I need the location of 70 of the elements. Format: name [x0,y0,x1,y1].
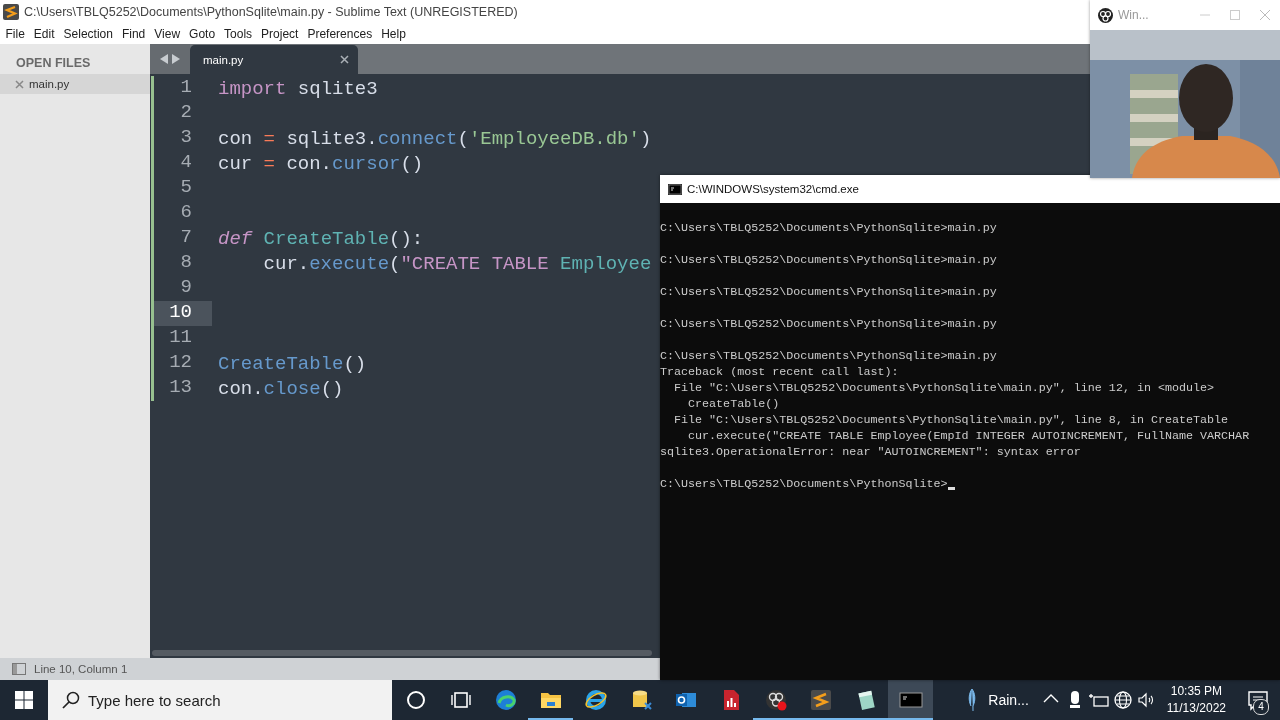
start-icon [15,691,33,709]
browser-icon [583,688,608,712]
menu-item[interactable]: Edit [29,27,60,41]
terminal-icon [668,183,682,195]
line-number: 5 [179,176,193,200]
console-line: cur.execute("CREATE TABLE Employee(EmpId INTEGER AUTOINCREMENT, FullName VARCHAR [687,428,1250,444]
menu-item[interactable]: Goto [184,27,220,41]
console-line: C:\Users\TBLQ5252\Documents\PythonSqlite>main.py [660,316,997,332]
console-line: C:\Users\TBLQ5252\Documents\PythonSqlite> [660,476,948,492]
console-line: C:\Users\TBLQ5252\Documents\PythonSqlite>main.py [660,252,997,268]
console-line: File "C:\Users\TBLQ5252\Documents\PythonSqlite\main.py", line 12, in <module> [673,380,1215,396]
taskbar-button[interactable] [888,680,933,720]
menu-item[interactable]: Selection [59,27,118,41]
notification-button[interactable]: 4 [1236,680,1280,720]
panel-icon[interactable] [12,663,26,675]
line-number: 12 [168,351,193,375]
code-line: cur.execute("CREATE TABLE Employee [262,252,652,275]
menu-item[interactable]: Preferences [302,27,377,41]
right-arrow-icon[interactable] [172,54,180,64]
clock[interactable]: 10:35 PM 11/13/2022 [1158,683,1236,717]
menu-item[interactable]: View [149,27,185,41]
code-line: con.close() [218,377,344,400]
menu-item[interactable]: File [1,27,30,41]
console-line: C:\Users\TBLQ5252\Documents\PythonSqlite>main.py [660,220,997,236]
notification-count: 4 [1253,699,1269,715]
window-title: Win... [1118,8,1150,22]
speech-bubble-icon [1247,689,1269,711]
menu-item[interactable]: Find [117,27,150,41]
line-number: 13 [168,376,193,400]
app-logo-icon [3,4,19,20]
code-line: con = sqlite3.connect('EmployeeDB.db') [218,127,652,150]
console-line: CreateTable() [687,396,780,412]
code-line: CreateTable() [218,352,367,375]
line-number: 10 [154,301,212,326]
line-number: 3 [179,126,193,150]
record-icon [763,688,788,712]
menu-item[interactable]: Project [256,27,303,41]
scrollbar-thumb[interactable] [152,650,652,656]
weather-button[interactable]: Rain... [952,680,1039,720]
console-line: C:\Users\TBLQ5252\Documents\PythonSqlite>main.py [660,284,997,300]
window-title: C:\Users\TBLQ5252\Documents\PythonSqlite\main.py - Sublime Text (UNREGISTERED) [24,5,518,19]
status-text: Line 10, Column 1 [34,663,128,675]
browser-icon [493,688,518,712]
code-line: cur = con.cursor() [218,152,424,175]
menu-item[interactable]: Help [376,27,411,41]
window-title: C:\WINDOWS\system32\cmd.exe [687,183,859,195]
code-line: def CreateTable(): [218,227,424,250]
line-number: 8 [179,251,193,275]
close-icon[interactable] [340,55,349,64]
line-number: 9 [179,276,193,300]
code-line: import sqlite3 [218,77,378,100]
console-line: File "C:\Users\TBLQ5252\Documents\PythonSqlite\main.py", line 8, in CreateTable [673,412,1229,428]
console-line: sqlite3.OperationalError: near "AUTOINCREMENT": syntax error [660,444,1081,460]
line-number: 1 [179,76,193,100]
sidebar-heading: OPEN FILES [15,55,92,72]
line-number: 2 [179,101,193,125]
line-number: 4 [179,151,193,175]
line-number: 11 [168,326,193,350]
record-icon [1098,7,1113,23]
sidebar-file[interactable]: main.py [0,74,150,94]
search-field[interactable]: Type here to search [48,680,392,720]
editor-tab[interactable]: main.py [190,45,358,74]
line-number: 6 [179,201,193,225]
search-icon [62,691,80,709]
console-line: C:\Users\TBLQ5252\Documents\PythonSqlite>main.py [660,348,997,364]
line-number: 7 [179,226,193,250]
left-arrow-icon[interactable] [160,54,168,64]
menu-item[interactable]: Tools [219,27,257,41]
console-line: Traceback (most recent call last): [660,364,899,380]
editor-icon [808,688,833,712]
